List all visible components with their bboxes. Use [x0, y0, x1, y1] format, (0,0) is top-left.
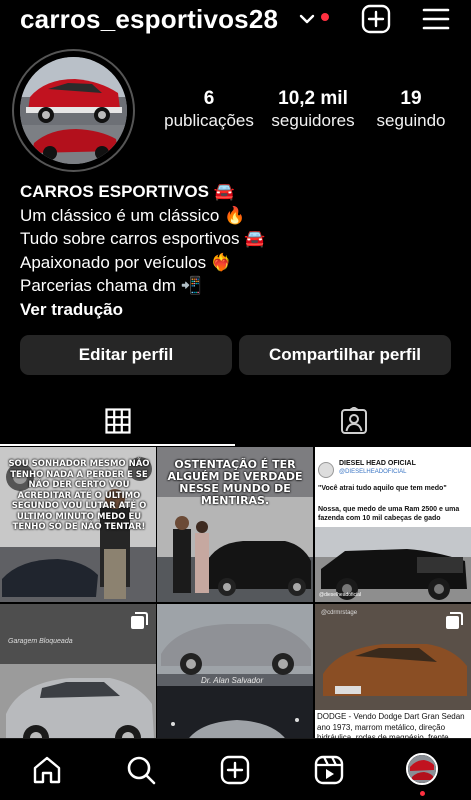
- post-account-name: DIESEL HEAD OFICIAL: [339, 460, 416, 467]
- stat-posts-value: 6: [203, 88, 215, 109]
- bottom-navigation: [0, 738, 471, 800]
- top-bar: carros_esportivos28: [0, 0, 471, 40]
- bio-line: Parcerias chama dm 📲: [20, 276, 202, 295]
- profile-username[interactable]: carros_esportivos28: [20, 4, 278, 35]
- post-account-handle: @DIESELHEADOFICIAL: [339, 469, 407, 475]
- stat-following-label: seguindo: [376, 111, 446, 130]
- profile-bio: CARROS ESPORTIVOS 🚘 Um clássico é um clá…: [20, 180, 265, 321]
- multiple-images-icon: [446, 612, 463, 629]
- profile-avatar-image: [408, 755, 436, 783]
- see-translation-link[interactable]: Ver tradução: [20, 298, 265, 322]
- post-tile[interactable]: OSTENTAÇÃO É TER ALGUÉM DE VERDADE NESSE…: [157, 447, 313, 602]
- create-icon[interactable]: [220, 755, 250, 785]
- edit-profile-button[interactable]: Editar perfil: [20, 335, 232, 375]
- avatar-car-image: [20, 57, 127, 164]
- profile-avatar-ring[interactable]: [12, 49, 135, 172]
- post-watermark: Garagem Bloqueada: [8, 638, 73, 645]
- post-watermark: @cdrmrstage: [321, 610, 358, 616]
- stat-following[interactable]: 19 seguindo: [370, 88, 452, 132]
- notification-dot: [321, 13, 329, 21]
- profile-display-name: CARROS ESPORTIVOS 🚘: [20, 182, 235, 201]
- home-icon[interactable]: [32, 755, 62, 785]
- post-tile[interactable]: @cdrmrstage DODGE - Vendo Dodge Dart Gra…: [315, 604, 471, 759]
- stat-posts-label: publicações: [164, 111, 254, 130]
- search-icon[interactable]: [126, 755, 156, 785]
- stat-followers[interactable]: 10,2 mil seguidores: [263, 88, 363, 132]
- bio-line: Apaixonado por veículos ❤️‍🔥: [20, 252, 233, 272]
- menu-icon[interactable]: [422, 6, 450, 32]
- post-quote-text: SOU SONHADOR MESMO NÃO TENHO NADA A PERD…: [8, 459, 150, 532]
- stat-followers-value: 10,2 mil: [278, 88, 348, 109]
- chevron-down-icon[interactable]: [298, 11, 316, 27]
- account-avatar: [318, 462, 334, 478]
- post-tile[interactable]: Dr. Alan Salvador: [157, 604, 313, 759]
- post-quote-text: OSTENTAÇÃO É TER ALGUÉM DE VERDADE NESSE…: [167, 458, 303, 507]
- post-image: [315, 527, 471, 602]
- stat-followers-label: seguidores: [271, 111, 355, 130]
- grid-icon: [104, 407, 131, 434]
- tagged-icon: [340, 406, 367, 434]
- tab-posts-grid[interactable]: [0, 395, 235, 446]
- post-signature: Dr. Alan Salvador: [201, 676, 264, 685]
- profile-notification-dot: [420, 791, 425, 796]
- new-post-icon[interactable]: [361, 4, 391, 34]
- bio-line: Um clássico é um clássico 🔥: [20, 205, 246, 225]
- share-profile-button[interactable]: Compartilhar perfil: [239, 335, 451, 375]
- active-tab-indicator: [0, 444, 235, 446]
- stat-posts[interactable]: 6 publicações: [163, 88, 255, 132]
- post-tile[interactable]: SOU SONHADOR MESMO NÃO TENHO NADA A PERD…: [0, 447, 156, 602]
- post-quote: "Você atrai tudo aquilo que tem medo": [318, 485, 447, 492]
- multiple-images-icon: [131, 612, 148, 629]
- reels-icon[interactable]: [314, 755, 344, 785]
- post-caption: Nossa, que medo de uma Ram 2500 e uma fa…: [318, 506, 460, 522]
- profile-avatar-tab[interactable]: [406, 753, 438, 785]
- post-tile[interactable]: Garagem Bloqueada: [0, 604, 156, 759]
- profile-avatar: [20, 57, 127, 164]
- stat-following-value: 19: [400, 88, 422, 109]
- tab-tagged[interactable]: [236, 395, 471, 446]
- bio-line: Tudo sobre carros esportivos 🚘: [20, 229, 266, 248]
- post-tile[interactable]: DIESEL HEAD OFICIAL @DIESELHEADOFICIAL "…: [315, 447, 471, 602]
- post-footer-handle: @dieselheadoficial: [319, 592, 362, 598]
